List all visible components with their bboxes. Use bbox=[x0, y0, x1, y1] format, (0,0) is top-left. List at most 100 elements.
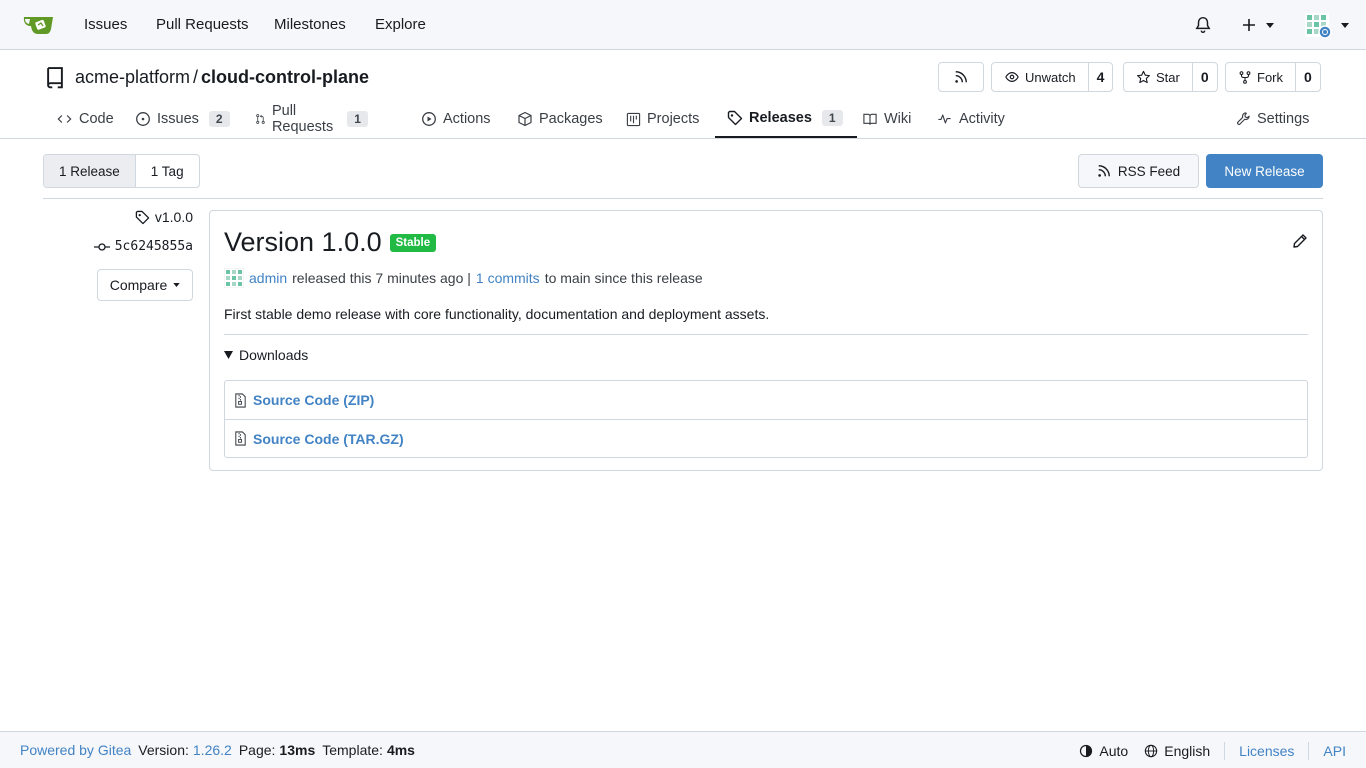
eye-icon bbox=[1005, 72, 1019, 82]
releases-tab[interactable]: 1 Release bbox=[44, 155, 136, 187]
tab-actions-label: Actions bbox=[443, 111, 491, 127]
release-tag-switch: 1 Release 1 Tag bbox=[43, 154, 200, 188]
theme-label: Auto bbox=[1099, 743, 1129, 759]
commits-link[interactable]: 1 commits bbox=[476, 270, 540, 286]
powered-by-link[interactable]: Powered by Gitea bbox=[20, 742, 131, 758]
tab-issues-badge: 2 bbox=[208, 111, 230, 127]
nav-pull-requests[interactable]: Pull Requests bbox=[156, 0, 249, 50]
create-new-menu[interactable] bbox=[1241, 0, 1274, 50]
release-tag-label: v1.0.0 bbox=[154, 209, 193, 225]
user-menu[interactable] bbox=[1303, 0, 1349, 50]
tab-projects-label: Projects bbox=[647, 111, 700, 127]
compare-label: Compare bbox=[109, 277, 168, 293]
footer-info: Powered by Gitea Version: 1.26.2 Page: 1… bbox=[20, 742, 415, 758]
tab-activity-label: Activity bbox=[959, 111, 1005, 127]
nav-explore[interactable]: Explore bbox=[375, 0, 426, 50]
fork-button-group: Fork 0 bbox=[1225, 62, 1321, 92]
page-time: 13ms bbox=[279, 742, 316, 758]
triangle-down-icon bbox=[224, 351, 233, 359]
pull-request-icon bbox=[256, 114, 265, 124]
theme-auto-icon bbox=[1080, 744, 1093, 758]
nav-milestones[interactable]: Milestones bbox=[274, 0, 346, 50]
tab-releases-badge: 1 bbox=[821, 110, 843, 126]
tab-packages[interactable]: Packages bbox=[505, 100, 615, 138]
pulse-icon bbox=[938, 114, 951, 124]
release-card: Version 1.0.0 Stable admin released this… bbox=[209, 210, 1323, 471]
release-commit-link[interactable]: 5c6245855a bbox=[93, 239, 193, 254]
unwatch-button[interactable]: Unwatch bbox=[992, 63, 1089, 91]
tab-issues-label: Issues bbox=[157, 111, 199, 127]
tab-wiki-label: Wiki bbox=[884, 111, 912, 127]
rss-feed-label: RSS Feed bbox=[1117, 163, 1181, 179]
theme-selector[interactable]: Auto bbox=[1071, 743, 1136, 759]
file-zip-icon bbox=[235, 392, 246, 408]
repo-icon bbox=[47, 67, 63, 89]
plus-icon bbox=[1243, 19, 1255, 31]
tab-packages-label: Packages bbox=[539, 111, 603, 127]
release-tag-link[interactable]: v1.0.0 bbox=[135, 209, 193, 225]
rss-feed-button[interactable]: RSS Feed bbox=[1078, 154, 1199, 188]
download-targz-link[interactable]: Source Code (TAR.GZ) bbox=[225, 419, 1307, 457]
tab-wiki[interactable]: Wiki bbox=[850, 100, 923, 138]
star-button-group: Star 0 bbox=[1123, 62, 1218, 92]
globe-icon bbox=[1145, 744, 1158, 758]
rss-button[interactable] bbox=[938, 62, 984, 92]
author-link[interactable]: admin bbox=[249, 270, 287, 286]
version-link[interactable]: 1.26.2 bbox=[193, 742, 232, 758]
tab-actions[interactable]: Actions bbox=[409, 100, 503, 138]
page-label: Page: bbox=[238, 742, 276, 758]
nav-issues[interactable]: Issues bbox=[84, 0, 127, 50]
gitea-logo-icon[interactable] bbox=[22, 12, 54, 38]
tag-icon bbox=[727, 110, 743, 126]
package-icon bbox=[518, 111, 532, 127]
star-button[interactable]: Star bbox=[1124, 63, 1193, 91]
divider bbox=[1308, 742, 1310, 760]
tab-settings[interactable]: Settings bbox=[1224, 100, 1321, 138]
tag-icon bbox=[135, 210, 150, 224]
tab-settings-label: Settings bbox=[1257, 111, 1310, 127]
code-icon bbox=[57, 115, 72, 123]
tab-code[interactable]: Code bbox=[44, 100, 126, 138]
tab-releases[interactable]: Releases 1 bbox=[715, 100, 857, 138]
project-icon bbox=[626, 112, 641, 126]
release-title[interactable]: Version 1.0.0 bbox=[224, 227, 382, 258]
repo-owner-link[interactable]: acme-platform bbox=[75, 67, 190, 88]
licenses-link[interactable]: Licenses bbox=[1231, 743, 1302, 759]
fork-count[interactable]: 0 bbox=[1296, 63, 1320, 91]
divider bbox=[224, 334, 1308, 335]
downloads-list: Source Code (ZIP) Source Code (TAR.GZ) bbox=[224, 380, 1308, 458]
language-label: English bbox=[1164, 743, 1211, 759]
commits-suffix: to main since this release bbox=[544, 270, 703, 286]
downloads-toggle[interactable]: Downloads bbox=[224, 347, 308, 363]
fork-icon bbox=[1239, 70, 1251, 84]
star-count[interactable]: 0 bbox=[1193, 63, 1217, 91]
rss-icon bbox=[1098, 165, 1110, 177]
tab-pull-requests[interactable]: Pull Requests 1 bbox=[243, 100, 380, 138]
edit-pencil-icon[interactable] bbox=[1292, 233, 1308, 249]
tab-activity[interactable]: Activity bbox=[924, 100, 1017, 138]
api-link[interactable]: API bbox=[1315, 743, 1346, 759]
compare-dropdown[interactable]: Compare bbox=[97, 269, 193, 301]
new-release-button[interactable]: New Release bbox=[1206, 154, 1323, 188]
repo-header: acme-platform / cloud-control-plane Unwa… bbox=[0, 50, 1366, 139]
repo-name-link[interactable]: cloud-control-plane bbox=[201, 67, 369, 88]
star-icon bbox=[1137, 70, 1150, 83]
watch-count[interactable]: 4 bbox=[1089, 63, 1113, 91]
language-selector[interactable]: English bbox=[1136, 743, 1218, 759]
tags-tab[interactable]: 1 Tag bbox=[136, 155, 199, 187]
avatar bbox=[1305, 13, 1332, 39]
tools-icon bbox=[1237, 112, 1250, 125]
tab-pull-requests-label: Pull Requests bbox=[271, 103, 334, 135]
tab-issues[interactable]: Issues 2 bbox=[123, 100, 242, 138]
release-meta: admin released this 7 minutes ago | 1 co… bbox=[224, 268, 703, 288]
fork-button[interactable]: Fork bbox=[1226, 63, 1296, 91]
rss-icon bbox=[955, 71, 967, 83]
tab-projects[interactable]: Projects bbox=[614, 100, 711, 138]
release-commit-sha: 5c6245855a bbox=[114, 239, 193, 254]
caret-down-icon bbox=[1266, 22, 1274, 28]
download-zip-link[interactable]: Source Code (ZIP) bbox=[225, 381, 1307, 419]
notifications-bell-icon[interactable] bbox=[1194, 0, 1212, 50]
caret-down-icon bbox=[1341, 22, 1349, 28]
commit-icon bbox=[93, 242, 110, 251]
repo-separator: / bbox=[193, 66, 199, 87]
